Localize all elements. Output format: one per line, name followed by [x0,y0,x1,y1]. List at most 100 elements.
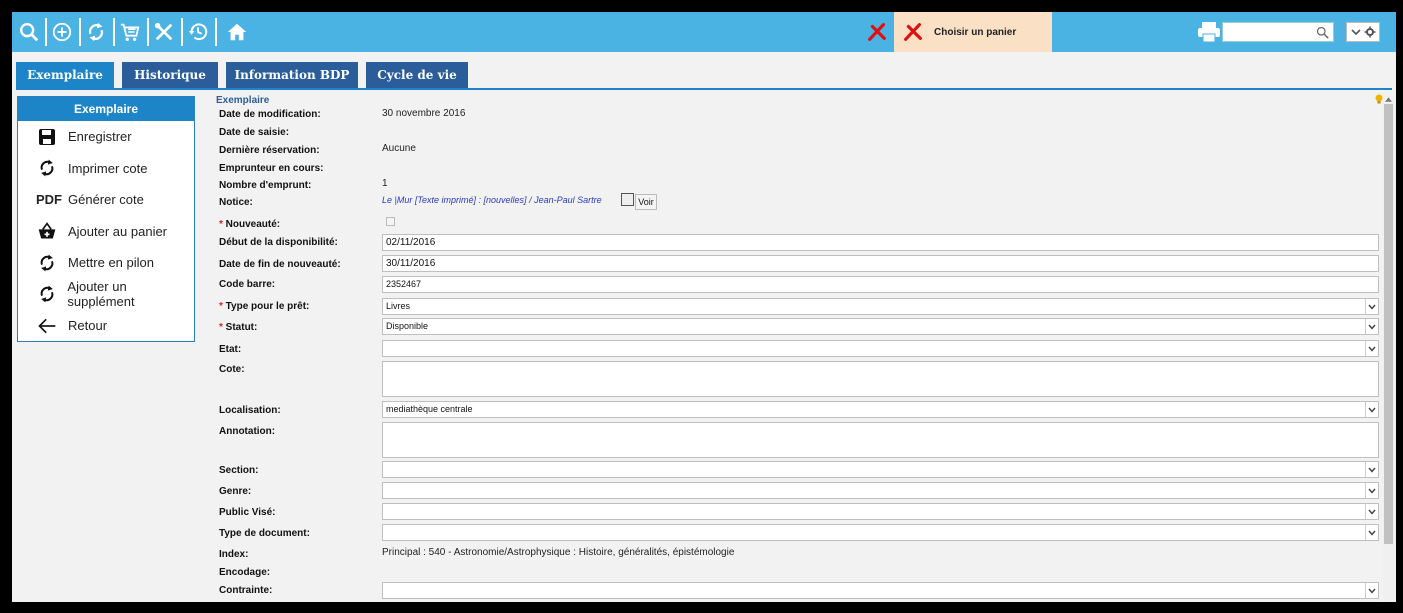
label-section: Section: [219,465,259,476]
label-nouveaute: * Nouveauté: [219,219,281,230]
search-submit-icon[interactable] [1315,25,1330,40]
label-annotation: Annotation: [219,426,276,437]
label-date-modification: Date de modification: [219,109,321,120]
label-etat: Etat: [219,344,242,355]
label-date-saisie: Date de saisie: [219,127,290,138]
menu-item-label: Ajouter au panier [68,223,168,239]
menu-item-label: Enregistrer [68,129,132,145]
basket-add-icon [36,220,58,242]
notice-link[interactable]: Le |Mur [Texte imprimé] : [nouvelles] / … [382,195,602,205]
gear-icon [1364,26,1376,38]
public-vise-select[interactable] [382,503,1379,520]
app-window: Choisir un panier Exemplaire Historique … [12,12,1396,602]
cote-textarea[interactable] [382,361,1379,397]
tab-cycle-de-vie[interactable]: Cycle de vie [366,62,468,88]
menu-item-generer-cote[interactable]: PDF Générer cote [18,184,194,216]
menu-item-imprimer-cote[interactable]: Imprimer cote [18,153,194,185]
refresh-icon[interactable] [81,16,111,48]
tab-historique[interactable]: Historique [122,62,218,88]
scrollbar-thumb[interactable] [1384,104,1393,544]
label-derniere-reservation: Dernière réservation: [219,145,320,156]
debut-dispo-input[interactable]: 02/11/2016 [382,234,1379,251]
label-type-pret-text: Type pour le prêt: [225,301,310,312]
section-select[interactable] [382,461,1379,478]
external-link-icon[interactable] [621,193,634,206]
menu-item-enregistrer[interactable]: Enregistrer [18,121,194,153]
label-statut-text: Statut: [225,322,258,333]
chevron-down-icon [1365,504,1378,519]
menu-item-retour[interactable]: Retour [18,310,194,342]
tab-exemplaire[interactable]: Exemplaire [16,62,114,88]
tools-icon[interactable] [149,16,179,48]
voir-button[interactable]: Voir [635,194,657,210]
chevron-down-icon [1365,341,1378,356]
type-document-select[interactable] [382,524,1379,541]
printer-icon[interactable] [1196,21,1222,43]
value-date-modification: 30 novembre 2016 [382,108,466,119]
search-input[interactable] [1222,22,1334,42]
menu-item-ajouter-supplement[interactable]: Ajouter un supplément [18,279,194,311]
label-index: Index: [219,549,249,560]
history-icon[interactable] [183,16,213,48]
chevron-down-icon [1365,583,1378,598]
chevron-down-icon [1365,319,1378,334]
fin-nouveaute-input[interactable]: 30/11/2016 [382,255,1379,272]
refresh-icon [36,283,57,305]
label-localisation: Localisation: [219,405,281,416]
code-barre-input[interactable]: 2352467 [382,276,1379,293]
scroll-up-icon[interactable] [1384,96,1393,103]
localisation-select[interactable]: mediathèque centrale [382,401,1379,418]
label-type-document: Type de document: [219,528,310,539]
refresh-icon [36,252,58,274]
red-cross-icon [904,23,922,41]
actions-menu: Exemplaire Enregistrer Imprimer cote PDF… [17,96,195,342]
search-icon[interactable] [14,16,44,48]
label-fin-nouveaute: Date de fin de nouveauté: [219,259,341,270]
annotation-textarea[interactable] [382,422,1379,458]
value-derniere-reservation: Aucune [382,143,416,154]
label-nouveaute-text: Nouveauté: [225,219,281,230]
top-toolbar: Choisir un panier [12,12,1396,52]
label-debut-dispo: Début de la disponibilité: [219,237,338,248]
value-nombre-emprunt: 1 [382,178,388,189]
tab-underline [16,88,1392,90]
menu-item-label: Imprimer cote [68,160,148,176]
actions-menu-title: Exemplaire [18,97,194,121]
statut-select[interactable]: Disponible [382,318,1379,335]
label-nombre-emprunt: Nombre d'emprunt: [219,180,312,191]
value-index: Principal : 540 - Astronomie/Astrophysiq… [382,547,735,558]
menu-item-mettre-en-pilon[interactable]: Mettre en pilon [18,247,194,279]
tab-information-bdp[interactable]: Information BDP [226,62,358,88]
save-icon [36,126,58,148]
chevron-down-icon [1365,299,1378,314]
pdf-icon: PDF [36,192,62,208]
label-type-pret: * Type pour le prêt: [219,301,310,312]
chevron-down-icon [1365,483,1378,498]
label-contrainte: Contrainte: [219,585,273,596]
menu-item-label: Générer cote [68,192,144,208]
label-encodage: Encodage: [219,567,271,578]
contrainte-select[interactable] [382,582,1379,599]
etat-select[interactable] [382,340,1379,357]
label-statut: * Statut: [219,322,258,333]
chevron-down-icon [1365,462,1378,477]
nouveaute-checkbox[interactable] [386,217,395,226]
add-circle-icon[interactable] [47,16,77,48]
label-emprunteur: Emprunteur en cours: [219,163,324,174]
settings-dropdown[interactable] [1346,22,1380,42]
label-code-barre: Code barre: [219,279,276,290]
menu-item-label: Retour [68,318,108,334]
localisation-value: mediathèque centrale [386,404,473,414]
clear-basket-icon[interactable] [866,21,888,43]
menu-item-label: Mettre en pilon [68,255,154,271]
label-cote: Cote: [219,364,245,375]
genre-select[interactable] [382,482,1379,499]
choose-basket-button[interactable]: Choisir un panier [894,12,1052,52]
vertical-scrollbar[interactable] [1383,96,1394,602]
menu-item-ajouter-panier[interactable]: Ajouter au panier [18,216,194,248]
chevron-down-icon [1351,29,1361,36]
type-pret-value: Livres [386,301,411,311]
cart-icon[interactable] [115,16,145,48]
home-icon[interactable] [222,16,252,48]
type-pret-select[interactable]: Livres [382,298,1379,315]
